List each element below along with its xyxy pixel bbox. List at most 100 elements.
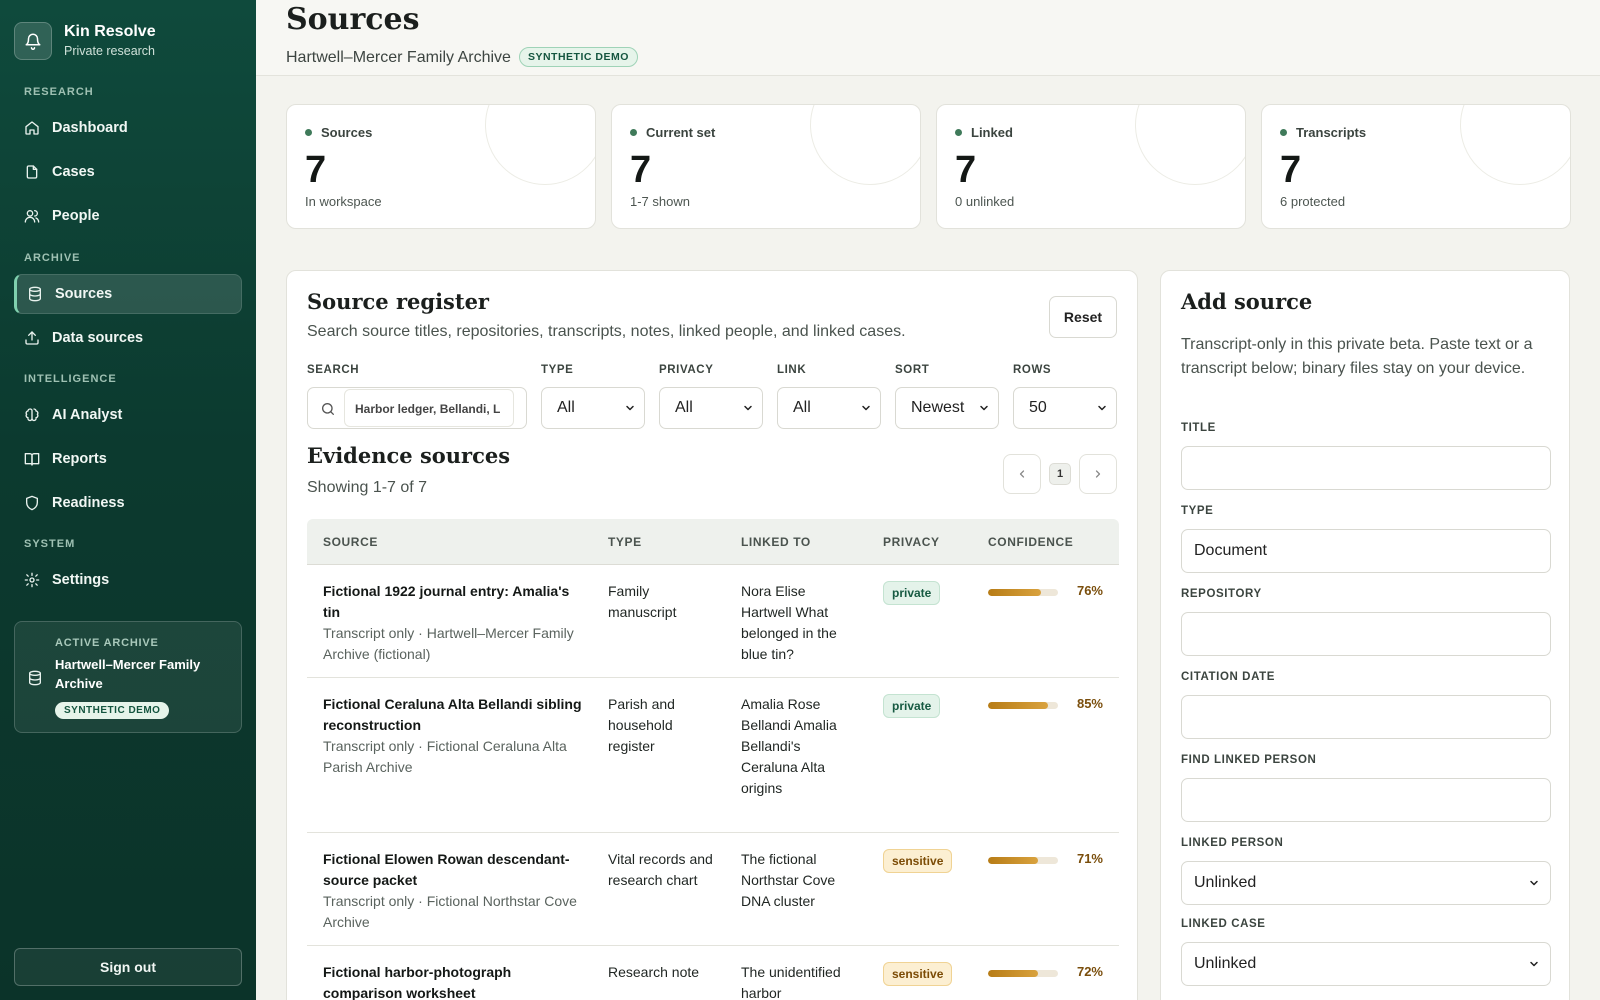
linked-person-label: LINKED PERSON	[1181, 837, 1284, 849]
sidebar-item-readiness[interactable]: Readiness	[14, 483, 242, 523]
synthetic-demo-badge: SYNTHETIC DEMO	[55, 702, 170, 719]
gear-icon	[24, 572, 40, 588]
confidence-bar	[988, 970, 1058, 977]
confidence-value: 72%	[1076, 964, 1103, 979]
link-filter-select[interactable]: All	[777, 387, 881, 429]
stat-note: 1-7 shown	[630, 194, 690, 209]
status-dot-icon	[955, 129, 962, 136]
confidence-bar	[988, 702, 1058, 709]
sidebar-item-label: Sources	[55, 286, 113, 302]
linked-person-select[interactable]: Unlinked	[1181, 861, 1551, 905]
table-row[interactable]: Fictional Ceraluna Alta Bellandi sibling…	[307, 678, 1119, 833]
evidence-showing-count: Showing 1-7 of 7	[307, 479, 428, 496]
brand-name: Kin Resolve	[64, 23, 156, 40]
linked-to[interactable]: Nora Elise Hartwell What belonged in the…	[741, 581, 851, 665]
source-title[interactable]: Fictional Elowen Rowan descendant-source…	[323, 851, 570, 888]
sidebar-item-label: Settings	[52, 572, 110, 588]
stat-value: 7	[630, 149, 652, 191]
stat-value: 7	[1280, 149, 1302, 191]
sort-select[interactable]: Newest	[895, 387, 999, 429]
find-linked-person-input[interactable]	[1181, 778, 1551, 822]
confidence-value: 76%	[1076, 583, 1103, 598]
sidebar-item-people[interactable]: People	[14, 196, 242, 236]
search-input[interactable]: Harbor ledger, Bellandi, L	[344, 389, 514, 427]
next-page-button[interactable]	[1079, 454, 1117, 494]
chevron-down-icon	[862, 405, 870, 411]
source-title[interactable]: Fictional 1922 journal entry: Amalia's t…	[323, 583, 569, 620]
nav-section-archive: ARCHIVE	[24, 252, 81, 264]
sidebar-item-label: Cases	[52, 164, 95, 180]
type-filter-label: TYPE	[541, 364, 574, 376]
source-meta: Transcript only · Hartwell–Mercer Family…	[323, 625, 574, 662]
column-header-privacy[interactable]: PRIVACY	[883, 535, 940, 549]
rows-value: 50	[1029, 399, 1047, 416]
linked-to[interactable]: The unidentified harbor	[741, 962, 851, 1000]
column-header-confidence[interactable]: CONFIDENCE	[988, 535, 1073, 549]
sidebar-item-dashboard[interactable]: Dashboard	[14, 108, 242, 148]
sign-out-button[interactable]: Sign out	[14, 948, 242, 986]
sidebar-item-data-sources[interactable]: Data sources	[14, 318, 242, 358]
nav-section-research: RESEARCH	[24, 86, 94, 98]
sidebar-item-settings[interactable]: Settings	[14, 560, 242, 600]
citation-date-input[interactable]	[1181, 695, 1551, 739]
title-label: TITLE	[1181, 422, 1216, 434]
chevron-left-icon	[1019, 470, 1025, 478]
sidebar-item-sources[interactable]: Sources	[14, 274, 242, 314]
title-input[interactable]	[1181, 446, 1551, 490]
search-field[interactable]: Harbor ledger, Bellandi, L	[307, 387, 527, 429]
stat-note: 0 unlinked	[955, 194, 1015, 209]
reset-button[interactable]: Reset	[1049, 296, 1117, 338]
linked-to[interactable]: The fictional Northstar Cove DNA cluster	[741, 849, 851, 912]
sort-label: SORT	[895, 364, 930, 376]
type-input[interactable]: Document	[1181, 529, 1551, 573]
add-source-title: Add source	[1181, 289, 1313, 314]
page-number-button[interactable]: 1	[1049, 463, 1071, 485]
card-decoration	[1135, 105, 1245, 185]
sidebar-item-label: Reports	[52, 451, 107, 467]
privacy-filter-label: PRIVACY	[659, 364, 714, 376]
repository-input[interactable]	[1181, 612, 1551, 656]
status-dot-icon	[630, 129, 637, 136]
citation-date-label: CITATION DATE	[1181, 671, 1276, 683]
confidence-bar-fill	[988, 589, 1042, 596]
sidebar-item-ai-analyst[interactable]: AI Analyst	[14, 395, 242, 435]
nav-section-intelligence: INTELLIGENCE	[24, 373, 117, 385]
sidebar-item-reports[interactable]: Reports	[14, 439, 242, 479]
brand[interactable]: Kin Resolve Private research	[14, 22, 156, 60]
table-row[interactable]: Fictional Elowen Rowan descendant-source…	[307, 833, 1119, 946]
rows-select[interactable]: 50	[1013, 387, 1117, 429]
linked-case-select[interactable]: Unlinked	[1181, 942, 1551, 986]
active-archive-card[interactable]: ACTIVE ARCHIVE Hartwell–Mercer Family Ar…	[14, 621, 242, 733]
confidence-value: 71%	[1076, 851, 1103, 866]
confidence-bar-fill	[988, 970, 1039, 977]
add-source-description: Transcript-only in this private beta. Pa…	[1181, 336, 1533, 377]
type-label: TYPE	[1181, 505, 1214, 517]
previous-page-button[interactable]	[1003, 454, 1041, 494]
chevron-down-icon	[1530, 880, 1538, 886]
privacy-filter-select[interactable]: All	[659, 387, 763, 429]
column-header-source[interactable]: SOURCE	[323, 535, 378, 549]
table-row[interactable]: Fictional 1922 journal entry: Amalia's t…	[307, 565, 1119, 678]
archive-name: Hartwell–Mercer Family Archive	[286, 49, 511, 66]
sidebar-item-label: AI Analyst	[52, 407, 123, 423]
stat-note: In workspace	[305, 194, 382, 209]
confidence-bar-fill	[988, 857, 1038, 864]
table-header: SOURCE TYPE LINKED TO PRIVACY CONFIDENCE	[307, 519, 1119, 565]
type-filter-select[interactable]: All	[541, 387, 645, 429]
stat-label: Current set	[630, 125, 715, 140]
status-dot-icon	[305, 129, 312, 136]
stat-value: 7	[305, 149, 327, 191]
column-header-type[interactable]: TYPE	[608, 535, 642, 549]
sidebar-item-cases[interactable]: Cases	[14, 152, 242, 192]
stat-label-text: Current set	[646, 125, 716, 140]
source-title[interactable]: Fictional harbor-photograph comparison w…	[323, 964, 511, 1000]
source-title[interactable]: Fictional Ceraluna Alta Bellandi sibling…	[323, 696, 582, 733]
linked-case-value: Unlinked	[1194, 955, 1257, 972]
card-decoration	[485, 105, 595, 185]
active-archive-label: ACTIVE ARCHIVE	[55, 637, 159, 649]
column-header-linked-to[interactable]: LINKED TO	[741, 535, 811, 549]
table-row[interactable]: Fictional harbor-photograph comparison w…	[307, 946, 1119, 1000]
linked-to[interactable]: Amalia Rose Bellandi Amalia Bellandi's C…	[741, 694, 851, 799]
sidebar-item-label: People	[52, 208, 100, 224]
privacy-badge: private	[883, 581, 941, 605]
